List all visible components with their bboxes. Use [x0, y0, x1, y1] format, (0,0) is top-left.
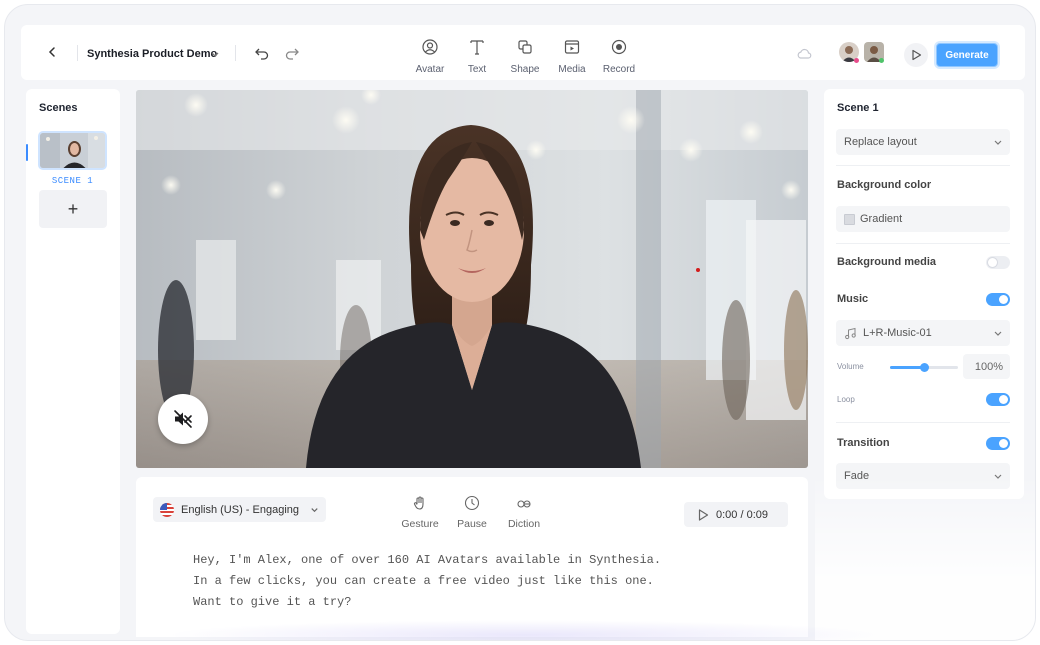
- background-color-select[interactable]: Gradient: [836, 206, 1010, 232]
- add-scene-button[interactable]: +: [39, 190, 107, 228]
- avatar-icon: [422, 39, 438, 55]
- clock-icon: [464, 495, 480, 511]
- volume-slider-handle[interactable]: [919, 363, 929, 372]
- music-track-label: L+R-Music-01: [863, 327, 932, 339]
- script-line: In a few clicks, you can create a free v…: [193, 574, 654, 588]
- music-note-icon: [845, 327, 856, 339]
- project-title[interactable]: Synthesia Product Demo: [87, 48, 217, 60]
- background-media-label: Background media: [837, 256, 937, 268]
- generate-button[interactable]: Generate: [936, 43, 998, 67]
- voice-label: English (US) - Engaging: [181, 503, 300, 516]
- tool-shape[interactable]: Shape: [500, 38, 550, 77]
- volume-value[interactable]: 100%: [963, 354, 1010, 379]
- text-icon: [470, 40, 484, 55]
- media-icon: [564, 40, 580, 54]
- playback-time: 0:00 / 0:09: [716, 508, 768, 521]
- background-color-value: Gradient: [860, 213, 903, 225]
- volume-slider-fill: [890, 366, 924, 369]
- cloud-sync-icon: [796, 46, 812, 62]
- background-media-toggle[interactable]: [986, 256, 1010, 269]
- top-toolbar: Synthesia Product Demo Avatar Text Shape…: [21, 25, 1025, 80]
- music-toggle[interactable]: [986, 293, 1010, 306]
- tool-label: Text: [467, 64, 487, 75]
- divider: [836, 422, 1010, 423]
- script-line: Hey, I'm Alex, one of over 160 AI Avatar…: [193, 553, 662, 567]
- avatar-scene-image: [136, 90, 808, 468]
- transition-select[interactable]: Fade: [836, 463, 1010, 489]
- gesture-button[interactable]: Gesture: [398, 495, 442, 532]
- tool-media[interactable]: Media: [547, 38, 597, 77]
- background-color-label: Background color: [837, 179, 932, 191]
- scenes-panel: Scenes SCENE 1 +: [26, 89, 120, 634]
- pause-button[interactable]: Pause: [455, 495, 489, 532]
- hand-icon: [413, 496, 424, 510]
- gradient-swatch: [844, 213, 855, 225]
- us-flag-icon: [160, 502, 174, 517]
- chevron-down-icon[interactable]: [209, 47, 221, 59]
- tool-label: Record: [602, 64, 636, 75]
- replace-layout-label: Replace layout: [844, 136, 917, 148]
- music-track-select[interactable]: L+R-Music-01: [836, 320, 1010, 346]
- transition-toggle[interactable]: [986, 437, 1010, 450]
- tool-text[interactable]: Text: [452, 38, 502, 77]
- scene-label: SCENE 1: [51, 176, 94, 186]
- playback-time-button[interactable]: 0:00 / 0:09: [684, 502, 788, 527]
- scene-thumbnail[interactable]: [38, 131, 107, 170]
- chevron-down-icon: [994, 140, 1002, 145]
- presence-dot: [854, 58, 859, 63]
- tool-label: Media: [558, 64, 586, 75]
- replace-layout-select[interactable]: Replace layout: [836, 129, 1010, 155]
- diction-label: Diction: [507, 518, 541, 530]
- bottom-glow: [165, 620, 885, 640]
- back-arrow-icon[interactable]: [43, 43, 61, 61]
- active-scene-indicator: [26, 144, 28, 161]
- chevron-down-icon: [311, 508, 318, 513]
- shape-icon: [518, 40, 532, 54]
- mute-toggle-button[interactable]: [158, 394, 208, 444]
- record-icon: [611, 39, 627, 55]
- divider: [836, 243, 1010, 244]
- divider: [235, 45, 236, 61]
- tool-label: Avatar: [415, 64, 445, 75]
- voice-select[interactable]: English (US) - Engaging: [153, 497, 326, 522]
- app-window: Synthesia Product Demo Avatar Text Shape…: [4, 4, 1036, 641]
- diction-button[interactable]: Diction: [503, 495, 545, 532]
- loop-toggle[interactable]: [986, 393, 1010, 406]
- script-editor[interactable]: Hey, I'm Alex, one of over 160 AI Avatar…: [193, 550, 753, 613]
- speaker-muted-icon: [174, 410, 192, 428]
- music-label: Music: [837, 293, 869, 305]
- presence-dot: [879, 58, 884, 63]
- tool-avatar[interactable]: Avatar: [405, 38, 455, 77]
- divider: [77, 45, 78, 61]
- tool-label: Shape: [510, 64, 540, 75]
- chevron-down-icon: [994, 331, 1002, 336]
- loop-label: Loop: [837, 395, 855, 404]
- pause-label: Pause: [457, 518, 487, 530]
- plus-icon: +: [67, 198, 79, 219]
- preview-play-button[interactable]: [904, 43, 928, 67]
- script-panel: English (US) - Engaging Gesture Pause Di…: [136, 477, 808, 637]
- diction-icon: [517, 500, 531, 508]
- divider: [836, 165, 1010, 166]
- redo-icon[interactable]: [284, 45, 300, 61]
- transition-value: Fade: [844, 470, 870, 482]
- scenes-title: Scenes: [39, 102, 78, 114]
- chevron-down-icon: [994, 474, 1002, 479]
- fade-overlay: [815, 475, 1035, 640]
- video-canvas[interactable]: [136, 90, 808, 468]
- tool-record[interactable]: Record: [594, 38, 644, 77]
- volume-label: Volume: [837, 362, 864, 371]
- properties-panel: Scene 1 Replace layout Background color …: [824, 89, 1024, 499]
- gesture-label: Gesture: [401, 518, 439, 530]
- play-icon: [912, 49, 922, 61]
- script-line: Want to give it a try?: [193, 595, 352, 609]
- transition-label: Transition: [837, 437, 890, 449]
- undo-icon[interactable]: [254, 45, 270, 61]
- volume-slider[interactable]: [890, 363, 958, 372]
- panel-title: Scene 1: [837, 102, 879, 114]
- play-icon: [698, 508, 709, 521]
